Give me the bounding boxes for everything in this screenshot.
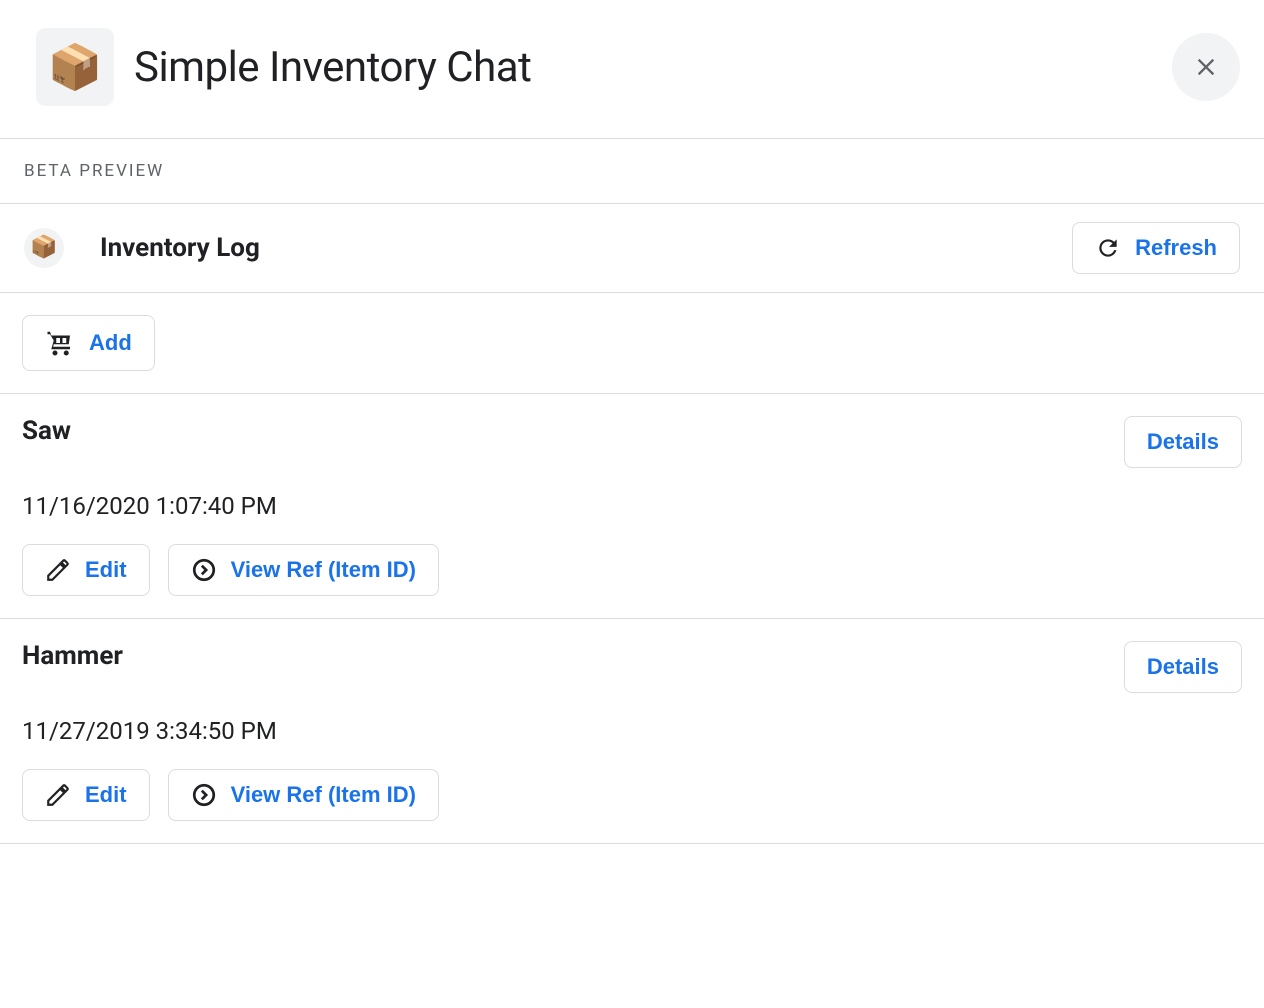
refresh-label: Refresh [1135, 235, 1217, 261]
section-icon: 📦 [24, 228, 64, 268]
edit-button[interactable]: Edit [22, 544, 150, 596]
details-button[interactable]: Details [1124, 416, 1242, 468]
item-name: Saw [22, 416, 1124, 446]
chevron-circle-icon [191, 782, 217, 808]
chevron-circle-icon [191, 557, 217, 583]
item-timestamp: 11/16/2020 1:07:40 PM [22, 492, 1242, 520]
section-title: Inventory Log [100, 233, 1072, 263]
beta-preview-label: BETA PREVIEW [0, 139, 1264, 204]
pencil-icon [45, 782, 71, 808]
app-header: 📦 Simple Inventory Chat [0, 0, 1264, 139]
view-ref-label: View Ref (Item ID) [231, 782, 416, 808]
refresh-button[interactable]: Refresh [1072, 222, 1240, 274]
cart-icon [45, 328, 75, 358]
app-icon: 📦 [36, 28, 114, 106]
details-button[interactable]: Details [1124, 641, 1242, 693]
view-ref-button[interactable]: View Ref (Item ID) [168, 544, 439, 596]
app-title: Simple Inventory Chat [134, 43, 1172, 92]
list-item: Hammer Details 11/27/2019 3:34:50 PM Edi… [0, 619, 1264, 844]
section-header: 📦 Inventory Log Refresh [0, 204, 1264, 293]
add-row: Add [0, 293, 1264, 394]
item-actions: Edit View Ref (Item ID) [22, 769, 1242, 821]
close-icon [1192, 53, 1220, 81]
edit-button[interactable]: Edit [22, 769, 150, 821]
pencil-icon [45, 557, 71, 583]
view-ref-label: View Ref (Item ID) [231, 557, 416, 583]
refresh-icon [1095, 235, 1121, 261]
view-ref-button[interactable]: View Ref (Item ID) [168, 769, 439, 821]
package-icon: 📦 [48, 45, 103, 89]
item-actions: Edit View Ref (Item ID) [22, 544, 1242, 596]
item-name: Hammer [22, 641, 1124, 671]
add-label: Add [89, 330, 132, 356]
close-button[interactable] [1172, 33, 1240, 101]
package-icon: 📦 [30, 237, 57, 259]
list-item: Saw Details 11/16/2020 1:07:40 PM Edit V… [0, 394, 1264, 619]
edit-label: Edit [85, 782, 127, 808]
item-timestamp: 11/27/2019 3:34:50 PM [22, 717, 1242, 745]
add-button[interactable]: Add [22, 315, 155, 371]
edit-label: Edit [85, 557, 127, 583]
